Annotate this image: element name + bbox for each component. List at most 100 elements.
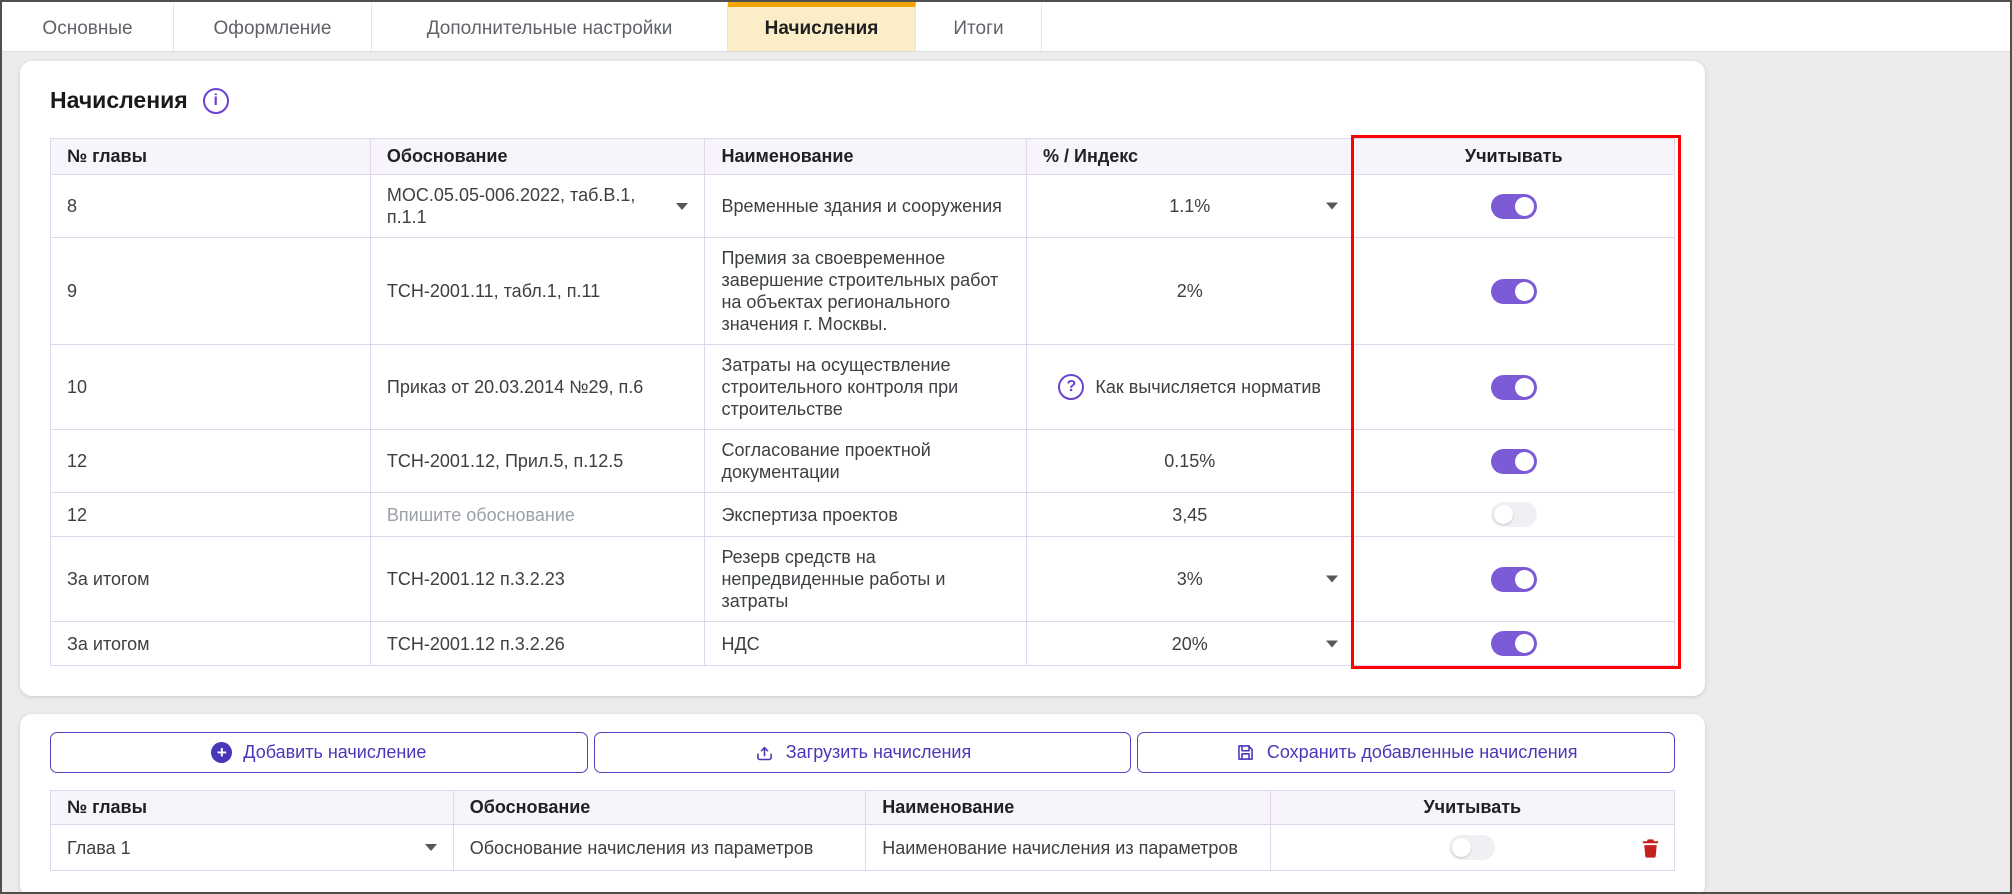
upload-icon [754,742,775,763]
plus-circle-icon: + [211,742,232,763]
table-row: 9 ТСН-2001.11, табл.1, п.11 Премия за св… [51,238,1675,345]
tab-label: Дополнительные настройки [427,18,673,40]
help-link-label: Как вычисляется норматив [1095,376,1321,398]
window: Основные Оформление Дополнительные настр… [0,0,2012,894]
tab-oformlenie[interactable]: Оформление [174,2,372,51]
actions-row: + Добавить начисление Загрузить начислен… [50,732,1675,773]
name-cell: Затраты на осуществление строительного к… [705,345,1027,430]
value-cell[interactable]: 3,45 [1027,493,1353,537]
name-cell[interactable]: Наименование начисления из параметров [866,825,1270,871]
card-title-row: Начисления i [50,87,1675,114]
tab-dopolnitelnye-nastroyki[interactable]: Дополнительные настройки [372,2,728,51]
save-accruals-button[interactable]: Сохранить добавленные начисления [1137,732,1675,773]
name-cell: Временные здания и сооружения [705,175,1027,238]
include-toggle[interactable] [1491,279,1537,304]
basis-cell[interactable]: ТСН-2001.11, табл.1, п.11 [370,238,705,345]
col-header-chapter: № главы [51,139,371,175]
normative-help-cell: ? Как вычисляется норматив [1027,345,1353,430]
tab-nachisleniya[interactable]: Начисления [728,2,916,51]
tab-label: Оформление [214,18,332,40]
value-text: 20% [1172,634,1208,654]
accruals-table: № главы Обоснование Наименование % / Инд… [50,138,1675,666]
question-icon: ? [1058,374,1084,400]
include-cell [1353,345,1675,430]
value-dropdown-cell[interactable]: 3% [1027,537,1353,622]
basis-cell[interactable]: ТСН-2001.12, Прил.5, п.12.5 [370,430,705,493]
basis-input-placeholder[interactable]: Впишите обоснование [370,493,705,537]
how-normative-link[interactable]: ? Как вычисляется норматив [1043,374,1336,400]
chapter-cell: 12 [51,430,371,493]
accruals-table-wrap: № главы Обоснование Наименование % / Инд… [50,138,1675,666]
load-accruals-button[interactable]: Загрузить начисления [594,732,1132,773]
include-cell [1353,430,1675,493]
name-cell: Согласование проектной документации [705,430,1027,493]
include-cell [1353,493,1675,537]
add-accruals-card: + Добавить начисление Загрузить начислен… [20,714,1705,894]
chapter-cell: 8 [51,175,371,238]
col-header-name: Наименование [866,791,1270,825]
include-cell [1353,238,1675,345]
delete-row-button[interactable] [1639,836,1662,859]
header-row: № главы Обоснование Наименование % / Инд… [51,139,1675,175]
col-header-chapter: № главы [51,791,454,825]
table-row: За итогом ТСН-2001.12 п.3.2.23 Резерв ср… [51,537,1675,622]
caret-down-icon[interactable] [1326,576,1338,583]
button-label: Сохранить добавленные начисления [1267,742,1578,763]
value-text: 1.1% [1169,196,1210,216]
basis-cell[interactable]: Обоснование начисления из параметров [453,825,865,871]
basis-dropdown-cell[interactable]: МОС.05.05-006.2022, таб.В.1, п.1.1 [370,175,705,238]
tab-bar: Основные Оформление Дополнительные настр… [2,2,2010,52]
value-dropdown-cell[interactable]: 20% [1027,622,1353,666]
col-header-name: Наименование [705,139,1027,175]
include-toggle[interactable] [1449,835,1495,860]
content-area: Начисления i № главы Обоснование Наимено… [2,52,2010,894]
button-label: Загрузить начисления [786,742,971,763]
caret-down-icon[interactable] [1326,640,1338,647]
page-title: Начисления [50,87,188,114]
basis-cell[interactable]: Приказ от 20.03.2014 №29, п.6 [370,345,705,430]
basis-cell[interactable]: ТСН-2001.12 п.3.2.26 [370,622,705,666]
value-dropdown-cell[interactable]: 1.1% [1027,175,1353,238]
header-row: № главы Обоснование Наименование Учитыва… [51,791,1675,825]
basis-cell[interactable]: ТСН-2001.12 п.3.2.23 [370,537,705,622]
col-header-value: % / Индекс [1027,139,1353,175]
tab-label: Итоги [953,18,1003,40]
table-row: 12 ТСН-2001.12, Прил.5, п.12.5 Согласова… [51,430,1675,493]
caret-down-icon[interactable] [1326,203,1338,210]
tab-itogi[interactable]: Итоги [916,2,1042,51]
include-cell [1353,537,1675,622]
caret-down-icon[interactable] [676,203,688,210]
add-accrual-button[interactable]: + Добавить начисление [50,732,588,773]
trash-icon [1639,836,1662,859]
info-icon[interactable]: i [203,88,229,114]
include-toggle[interactable] [1491,449,1537,474]
save-icon [1235,742,1256,763]
chapter-select[interactable]: Глава 1 [51,825,454,871]
button-label: Добавить начисление [243,742,426,763]
value-cell[interactable]: 2% [1027,238,1353,345]
col-header-basis: Обоснование [370,139,705,175]
col-header-basis: Обоснование [453,791,865,825]
name-cell: Экспертиза проектов [705,493,1027,537]
chapter-cell: За итогом [51,537,371,622]
include-toggle[interactable] [1491,631,1537,656]
table-row: 12 Впишите обоснование Экспертиза проект… [51,493,1675,537]
caret-down-icon[interactable] [425,844,437,851]
new-accruals-table: № главы Обоснование Наименование Учитыва… [50,790,1675,871]
table-row: Глава 1 Обоснование начисления из параме… [51,825,1675,871]
include-cell [1353,622,1675,666]
value-cell[interactable]: 0.15% [1027,430,1353,493]
include-cell [1270,825,1674,871]
chapter-cell: За итогом [51,622,371,666]
col-header-include: Учитывать [1270,791,1674,825]
value-text: 3% [1177,569,1203,589]
tab-label: Основные [42,18,132,40]
tab-osnovnye[interactable]: Основные [2,2,174,51]
include-toggle[interactable] [1491,567,1537,592]
name-cell: НДС [705,622,1027,666]
include-toggle[interactable] [1491,502,1537,527]
include-toggle[interactable] [1491,375,1537,400]
tab-label: Начисления [765,18,879,40]
chapter-cell: 12 [51,493,371,537]
include-toggle[interactable] [1491,194,1537,219]
